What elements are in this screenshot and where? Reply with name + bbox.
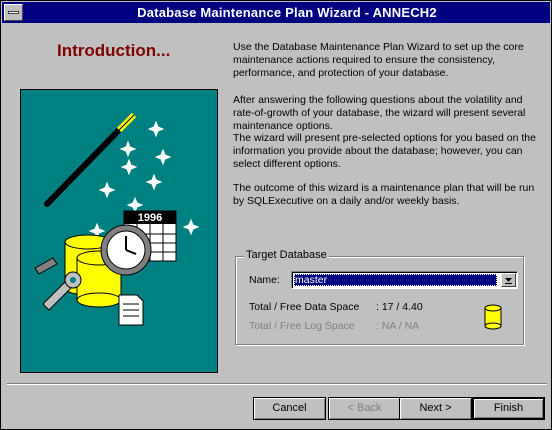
calendar-year: 1996 (138, 212, 162, 224)
magic-wand-database-icon: 1996 (34, 112, 200, 326)
data-space-label: Total / Free Data Space (249, 301, 360, 313)
description-paragraph-3: The wizard will present pre-selected opt… (233, 132, 536, 170)
cancel-button[interactable]: Cancel (253, 397, 326, 420)
name-label: Name: (249, 274, 280, 286)
data-space-value: : 17 / 4.40 (376, 301, 423, 313)
dropdown-button[interactable] (501, 273, 516, 287)
separator-highlight (7, 384, 547, 385)
system-menu-button[interactable] (4, 4, 23, 21)
description-paragraph-1: Use the Database Maintenance Plan Wizard… (233, 41, 524, 79)
next-button[interactable]: Next > (399, 397, 472, 420)
chevron-down-icon (505, 278, 512, 284)
wizard-illustration: 1996 (20, 89, 218, 373)
database-name-select[interactable]: master (291, 271, 518, 289)
system-menu-icon (8, 11, 19, 14)
back-button[interactable]: < Back (328, 397, 401, 420)
wizard-window: Database Maintenance Plan Wizard - ANNEC… (0, 0, 552, 430)
window-title: Database Maintenance Plan Wizard - ANNEC… (137, 5, 437, 20)
log-space-value: : NA / NA (376, 320, 420, 332)
description-paragraph-4: The outcome of this wizard is a maintena… (233, 182, 535, 207)
log-space-label: Total / Free Log Space (249, 320, 355, 332)
description-paragraph-2: After answering the following questions … (233, 94, 526, 132)
target-database-legend: Target Database (244, 249, 329, 261)
database-name-value[interactable]: master (294, 274, 497, 286)
intro-heading: Introduction... (57, 41, 171, 60)
title-bar[interactable]: Database Maintenance Plan Wizard - ANNEC… (2, 2, 550, 23)
finish-button[interactable]: Finish (472, 397, 545, 420)
database-icon (484, 304, 502, 330)
